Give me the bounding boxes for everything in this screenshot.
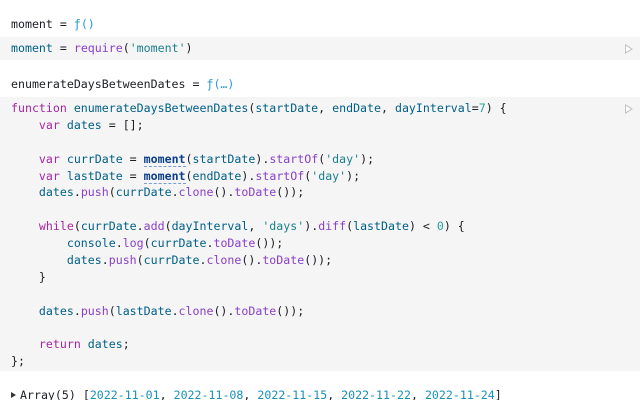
play-icon[interactable] (625, 44, 633, 54)
array-output[interactable]: Array(5) [2022-11-01, 2022-11-08, 2022-1… (11, 387, 502, 400)
array-item: 2022-11-22 (341, 388, 411, 400)
play-icon[interactable] (625, 104, 633, 114)
code-editor[interactable]: moment = require('moment') (11, 40, 193, 57)
output-name: moment (11, 17, 53, 31)
array-item: 2022-11-01 (89, 388, 160, 400)
output-function-value[interactable]: ƒ(…) (206, 77, 234, 91)
moment-reference[interactable]: moment (143, 168, 186, 184)
cell-output-moment: moment = ƒ() (11, 17, 95, 31)
array-item: 2022-11-24 (424, 388, 495, 400)
array-item: 2022-11-15 (257, 388, 328, 400)
cell-output-enumerate: enumerateDaysBetweenDates = ƒ(…) (11, 77, 235, 91)
moment-reference[interactable]: moment (143, 151, 186, 167)
output-name: enumerateDaysBetweenDates (11, 77, 186, 91)
code-editor[interactable]: function enumerateDaysBetweenDates(start… (11, 100, 507, 370)
caret-right-icon[interactable] (11, 392, 16, 398)
array-item: 2022-11-08 (173, 388, 244, 400)
code-cell-require-moment[interactable]: moment = require('moment') (0, 37, 640, 60)
array-label: Array(5) (20, 388, 76, 400)
code-cell-enumerate-days[interactable]: function enumerateDaysBetweenDates(start… (0, 97, 640, 371)
output-function-value[interactable]: ƒ() (74, 17, 95, 31)
